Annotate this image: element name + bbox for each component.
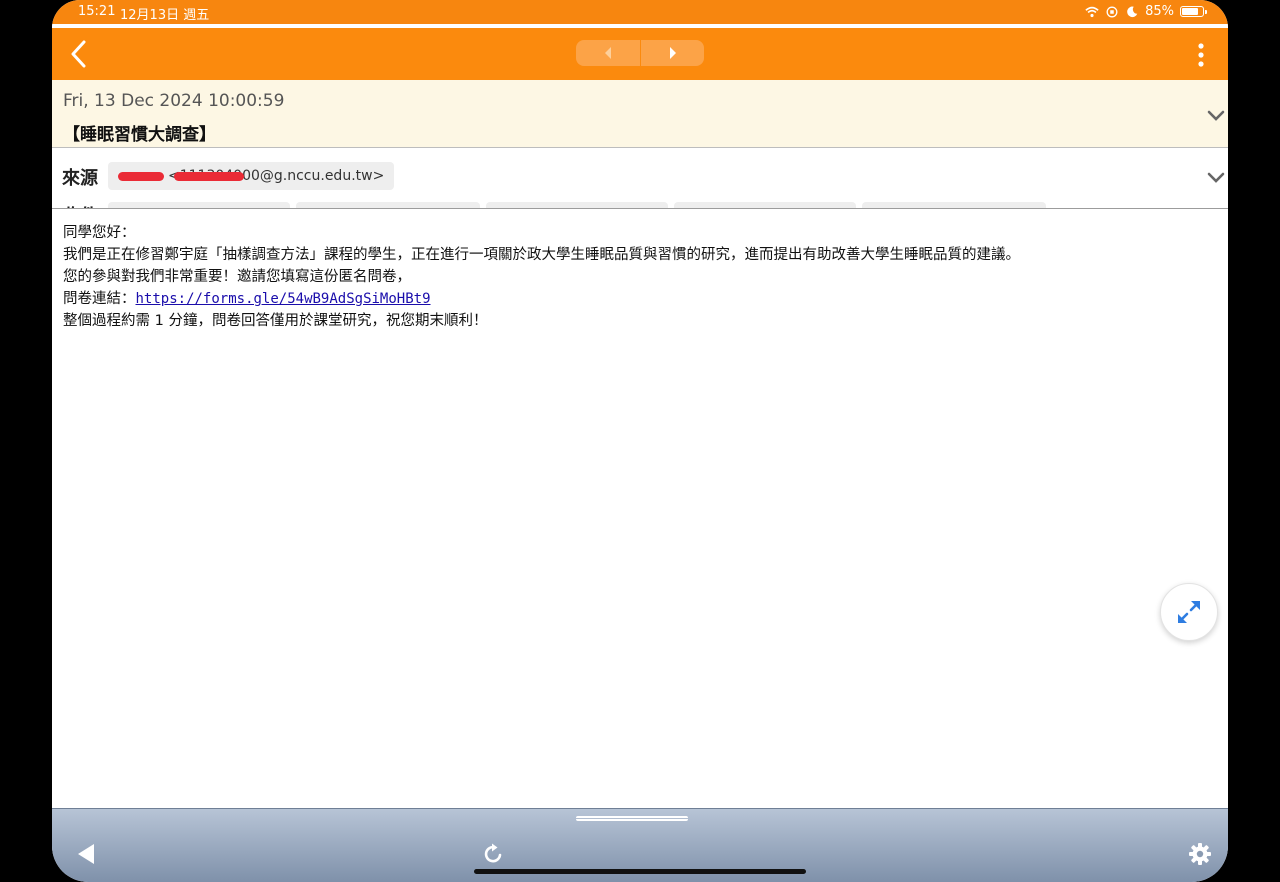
vertical-dots-icon[interactable] bbox=[1192, 42, 1210, 68]
body-line: 同學您好： bbox=[63, 225, 136, 241]
from-label: 來源 bbox=[62, 168, 98, 189]
recipient-chip[interactable] bbox=[108, 202, 290, 208]
chevron-left-icon[interactable] bbox=[66, 40, 94, 68]
status-time: 15:21 bbox=[78, 4, 116, 19]
recipient-chip[interactable] bbox=[862, 202, 1046, 208]
orientation-lock-icon bbox=[1106, 6, 1118, 17]
recipient-chip[interactable] bbox=[296, 202, 480, 208]
gear-icon[interactable] bbox=[1188, 842, 1212, 866]
survey-link[interactable]: https://forms.gle/54wB9AdSgSiMoHBt9 bbox=[136, 291, 431, 307]
recipient-chips bbox=[108, 202, 1046, 208]
expand-button[interactable] bbox=[1160, 583, 1218, 641]
device-frame: 15:21 12月13日 週五 85% Fri, 13 Dec 2024 10:… bbox=[52, 0, 1228, 882]
mail-header[interactable]: Fri, 13 Dec 2024 10:00:59 【睡眠習慣大調查】 bbox=[52, 80, 1228, 148]
status-right: 85% bbox=[1085, 4, 1207, 19]
message-pager bbox=[576, 40, 704, 66]
wifi-icon bbox=[1085, 6, 1099, 17]
moon-icon bbox=[1127, 6, 1138, 17]
recipient-chip[interactable] bbox=[674, 202, 856, 208]
resize-grip[interactable] bbox=[576, 816, 688, 821]
battery-fill bbox=[1182, 8, 1199, 15]
body-line: 您的參與對我們非常重要！邀請您填寫這份匿名問卷， bbox=[63, 269, 411, 285]
triangle-right-icon bbox=[669, 47, 676, 59]
body-line: 我們是正在修習鄭宇庭「抽樣調查方法」課程的學生，正在進行一項關於政大學生睡眠品質… bbox=[63, 247, 1020, 263]
to-label: 收件 bbox=[62, 202, 98, 208]
chevron-down-icon[interactable] bbox=[1207, 172, 1225, 184]
body-line: 問卷連結：https://forms.gle/54wB9AdSgSiMoHBt9 bbox=[63, 288, 1213, 310]
recipient-chip[interactable] bbox=[486, 202, 668, 208]
expand-arrows-icon bbox=[1178, 601, 1200, 623]
status-date: 12月13日 週五 bbox=[120, 8, 210, 23]
link-prefix: 問卷連結： bbox=[63, 291, 136, 307]
battery-percent: 85% bbox=[1145, 4, 1174, 19]
next-message-button[interactable] bbox=[640, 40, 704, 66]
redacted-sender-id bbox=[174, 171, 244, 181]
home-indicator[interactable] bbox=[474, 869, 806, 874]
reload-icon[interactable] bbox=[481, 842, 505, 866]
mail-date: Fri, 13 Dec 2024 10:00:59 bbox=[63, 91, 285, 111]
mail-body: 同學您好： 我們是正在修習鄭宇庭「抽樣調查方法」課程的學生，正在進行一項關於政大… bbox=[63, 222, 1213, 332]
mail-subject: 【睡眠習慣大調查】 bbox=[63, 125, 216, 145]
triangle-left-icon bbox=[605, 47, 611, 59]
body-line: 整個過程約需 1 分鐘，問卷回答僅用於課堂研究，祝您期末順利！ bbox=[63, 313, 488, 329]
battery-icon bbox=[1180, 6, 1207, 17]
bottom-toolbar bbox=[52, 808, 1228, 882]
previous-message-button[interactable] bbox=[576, 40, 640, 66]
sender-chip[interactable]: <111304000@g.nccu.edu.tw> bbox=[108, 162, 395, 190]
redacted-sender-name bbox=[118, 171, 164, 181]
status-bar: 15:21 12月13日 週五 85% bbox=[52, 0, 1228, 24]
chevron-down-icon[interactable] bbox=[1207, 110, 1225, 122]
nav-bar bbox=[52, 28, 1228, 80]
from-row: 來源 <111304000@g.nccu.edu.tw> 收件 bbox=[52, 148, 1228, 209]
triangle-left-icon[interactable] bbox=[76, 843, 96, 865]
